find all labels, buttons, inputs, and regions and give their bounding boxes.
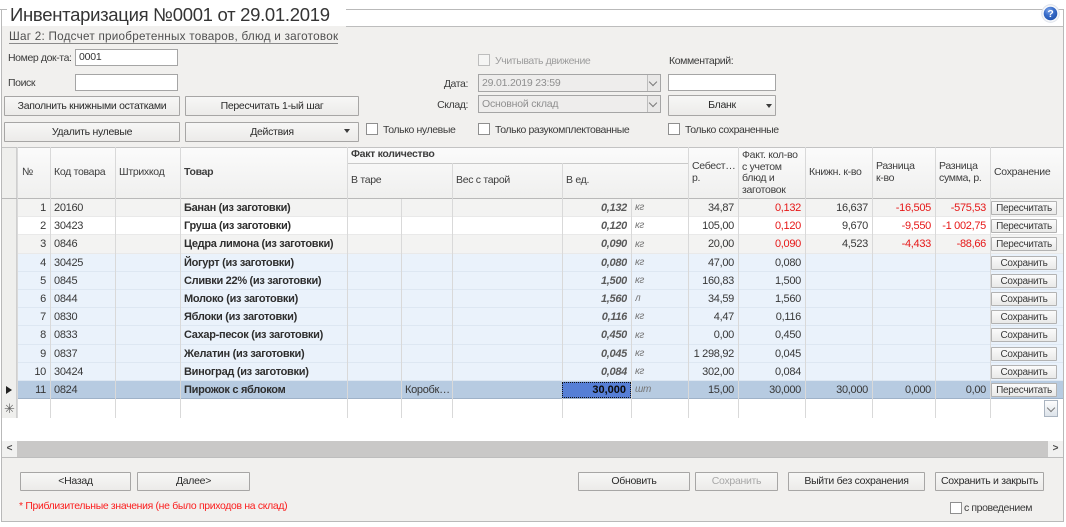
svg-text:?: ? [1047, 8, 1053, 20]
